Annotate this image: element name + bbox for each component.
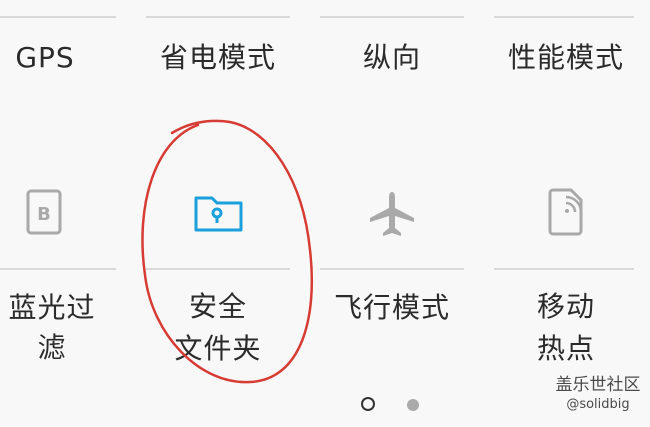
tile-divider-top	[320, 16, 464, 18]
mobile-hotspot-icon[interactable]	[546, 187, 586, 237]
blue-light-filter-icon-text: B	[37, 204, 51, 225]
tile-divider-middle	[146, 268, 290, 270]
tile-divider-top	[494, 16, 634, 18]
tile-secure-folder-label-line2: 文件夹	[174, 332, 262, 365]
watermark: 盖乐世社区 @solidbig	[548, 374, 648, 414]
tile-mobile-hotspot-label-line1: 移动	[536, 290, 595, 323]
secure-folder-icon[interactable]	[193, 193, 245, 233]
tile-divider-middle	[0, 268, 116, 270]
watermark-title: 盖乐世社区	[555, 375, 641, 395]
tile-portrait[interactable]: 纵向	[320, 38, 464, 78]
tile-secure-folder[interactable]: 安全 文件夹	[146, 286, 290, 370]
tile-performance-mode-label: 性能模式	[507, 41, 624, 74]
airplane-icon[interactable]	[366, 190, 418, 240]
tile-portrait-label: 纵向	[362, 41, 421, 74]
tile-blue-light-filter[interactable]: 蓝光过滤	[0, 288, 104, 368]
tile-divider-middle	[320, 268, 464, 270]
tile-secure-folder-label-line1: 安全	[188, 290, 247, 323]
tile-divider-top	[0, 16, 116, 18]
blue-light-filter-icon[interactable]: B	[25, 188, 65, 236]
page-indicator[interactable]	[407, 399, 419, 411]
tile-mobile-hotspot[interactable]: 移动 热点	[494, 286, 638, 370]
tile-performance-mode[interactable]: 性能模式	[494, 38, 638, 78]
tile-airplane-mode[interactable]: 飞行模式	[320, 288, 464, 328]
tile-gps-label: GPS	[15, 41, 75, 74]
tile-power-saving[interactable]: 省电模式	[146, 38, 290, 78]
tile-blue-light-filter-label: 蓝光过滤	[8, 291, 96, 364]
tile-gps[interactable]: GPS	[0, 38, 90, 78]
tile-mobile-hotspot-label-line2: 热点	[536, 332, 595, 365]
tile-divider-middle	[494, 268, 634, 270]
tile-airplane-mode-label: 飞行模式	[333, 291, 450, 324]
watermark-handle: @solidbig	[566, 397, 630, 412]
tile-power-saving-label: 省电模式	[159, 41, 276, 74]
tile-divider-top	[146, 16, 290, 18]
page-indicator-current[interactable]	[361, 397, 375, 411]
